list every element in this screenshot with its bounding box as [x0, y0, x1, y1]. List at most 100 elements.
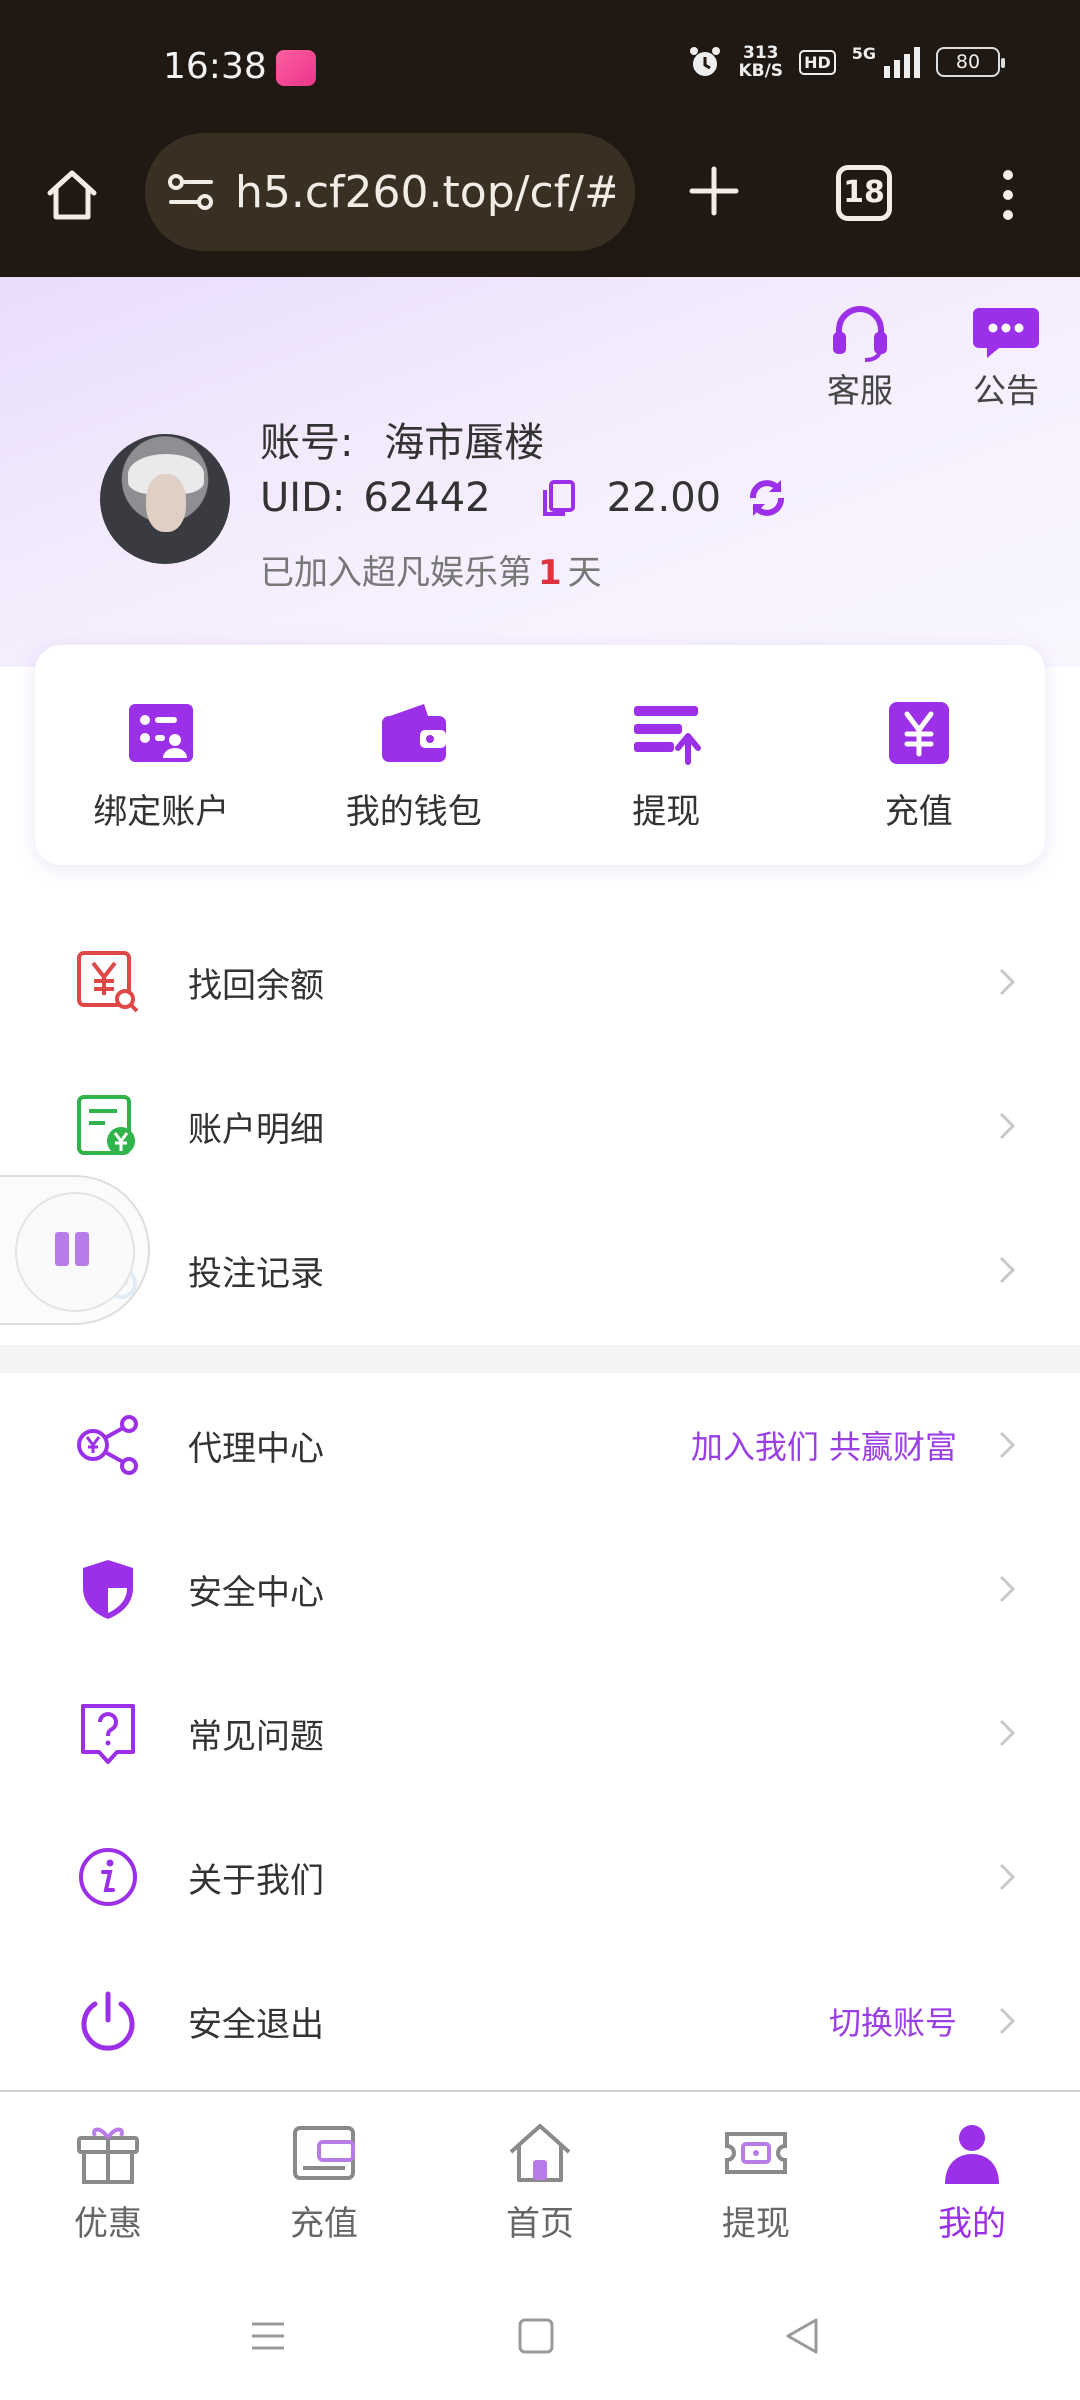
announcement-button[interactable]: 公告 — [962, 302, 1050, 412]
nav-home-label: 首页 — [506, 2204, 574, 2244]
recharge-quick-label: 充值 — [884, 792, 953, 832]
copy-icon[interactable] — [541, 478, 577, 518]
agent-share-icon — [77, 1415, 138, 1475]
menu-about-us[interactable]: 关于我们 — [0, 1805, 1080, 1949]
more-menu-icon[interactable] — [990, 165, 1026, 225]
net-speed: 313 KB/S — [738, 44, 783, 80]
question-icon — [81, 1704, 135, 1764]
bind-account-icon — [129, 704, 194, 762]
menu-group-wallet: 找回余额 账户明细 投注记录 — [0, 910, 1080, 1342]
site-settings-icon[interactable] — [167, 172, 215, 212]
url-text[interactable]: h5.cf260.top/cf/# — [235, 167, 615, 218]
my-wallet-button[interactable]: 我的钱包 — [288, 645, 541, 865]
tab-switcher-button[interactable]: 18 — [836, 165, 892, 221]
signal-icon — [884, 46, 920, 78]
nav-recharge-label: 充值 — [290, 2204, 358, 2244]
switch-account-link[interactable]: 切换账号 — [829, 1998, 957, 2044]
nav-mine-label: 我的 — [938, 2204, 1006, 2244]
nav-home[interactable]: 首页 — [432, 2092, 648, 2290]
menu-account-detail[interactable]: 账户明细 — [0, 1054, 1080, 1198]
chevron-right-icon — [999, 1575, 1016, 1603]
shield-icon — [83, 1560, 133, 1619]
headset-icon — [833, 306, 887, 362]
menu-security-center-label: 安全中心 — [188, 1572, 324, 1613]
customer-service-button[interactable]: 客服 — [816, 302, 904, 412]
refresh-icon[interactable] — [745, 476, 789, 520]
avatar[interactable] — [100, 434, 230, 564]
uid-row: UID: 62442 22.00 — [260, 475, 789, 521]
menu-security-center[interactable]: 安全中心 — [0, 1517, 1080, 1661]
chevron-right-icon — [999, 1256, 1016, 1284]
uid-value: 62442 — [363, 475, 491, 521]
bind-account-button[interactable]: 绑定账户 — [35, 645, 288, 865]
net-speed-unit: KB/S — [738, 61, 784, 81]
alarm-icon — [690, 47, 721, 76]
menu-about-us-label: 关于我们 — [188, 1860, 324, 1901]
joined-days-text: 已加入超凡娱乐第 1 天 — [260, 545, 602, 594]
recent-apps-icon[interactable] — [244, 2312, 292, 2360]
status-bar: 16:38 313 KB/S HD 5G 80 — [0, 0, 1080, 125]
withdraw-icon — [634, 706, 702, 765]
menu-agent-center-label: 代理中心 — [188, 1428, 324, 1469]
status-indicators: 313 KB/S HD 5G 80 — [688, 44, 1005, 80]
chevron-right-icon — [999, 1719, 1016, 1747]
joined-days-count: 1 — [538, 553, 562, 593]
nav-promotions[interactable]: 优惠 — [0, 2092, 216, 2290]
status-time: 16:38 — [163, 46, 267, 87]
agent-promo-text: 加入我们 共赢财富 — [690, 1428, 957, 1466]
nav-recharge[interactable]: 充值 — [216, 2092, 432, 2290]
floating-assistant-button[interactable] — [0, 1175, 150, 1325]
header-actions: 客服 公告 — [816, 302, 1050, 412]
menu-logout[interactable]: 安全退出 切换账号 — [0, 1949, 1080, 2093]
menu-group-general: 代理中心 加入我们 共赢财富 安全中心 常见问题 关于我们 安全退出 切换账号 — [0, 1373, 1080, 2093]
recover-balance-icon — [77, 951, 139, 1013]
balance-value: 22.00 — [606, 475, 722, 521]
nav-withdraw-label: 提现 — [722, 2204, 790, 2244]
wallet-icon — [381, 704, 446, 762]
chevron-right-icon — [999, 1863, 1016, 1891]
chevron-right-icon — [999, 1112, 1016, 1140]
menu-logout-label: 安全退出 — [188, 2004, 324, 2045]
info-icon — [79, 1848, 137, 1906]
hd-badge: HD — [799, 49, 836, 75]
pause-icon — [55, 1232, 89, 1266]
nav-mine[interactable]: 我的 — [864, 2092, 1080, 2290]
home-square-icon[interactable] — [512, 2312, 560, 2360]
menu-faq[interactable]: 常见问题 — [0, 1661, 1080, 1805]
recharge-quick-button[interactable]: 充值 — [793, 645, 1046, 865]
account-label: 账号: — [260, 420, 354, 466]
system-navigation-bar — [0, 2290, 1080, 2400]
browser-home-icon[interactable] — [42, 165, 102, 225]
account-detail-icon — [77, 1095, 135, 1155]
withdraw-quick-label: 提现 — [632, 792, 701, 832]
browser-toolbar: h5.cf260.top/cf/# 18 — [0, 125, 1080, 277]
nav-withdraw[interactable]: 提现 — [648, 2092, 864, 2290]
address-bar[interactable]: h5.cf260.top/cf/# — [145, 133, 635, 251]
battery-icon: 80 — [936, 47, 1005, 77]
announcement-label: 公告 — [973, 371, 1039, 410]
power-icon — [81, 1991, 135, 2051]
chat-bubble-icon — [973, 308, 1039, 358]
withdraw-quick-button[interactable]: 提现 — [540, 645, 793, 865]
section-divider — [0, 1345, 1080, 1373]
card-icon — [293, 2126, 355, 2180]
bilibili-app-icon — [276, 50, 316, 86]
ticket-icon — [725, 2132, 787, 2174]
net-speed-value: 313 — [743, 43, 779, 63]
recharge-icon — [888, 702, 949, 764]
menu-bet-record[interactable]: 投注记录 — [0, 1198, 1080, 1342]
account-name: 海市蜃楼 — [384, 420, 545, 466]
menu-faq-label: 常见问题 — [188, 1716, 324, 1757]
gift-icon — [77, 2127, 139, 2184]
joined-suffix: 天 — [567, 553, 602, 593]
menu-recover-balance[interactable]: 找回余额 — [0, 910, 1080, 1054]
my-wallet-label: 我的钱包 — [345, 792, 482, 832]
nav-promotions-label: 优惠 — [74, 2204, 142, 2244]
chevron-right-icon — [999, 2007, 1016, 2035]
new-tab-icon[interactable] — [686, 163, 742, 219]
menu-recover-balance-label: 找回余额 — [188, 965, 324, 1006]
back-triangle-icon[interactable] — [778, 2312, 826, 2360]
bind-account-label: 绑定账户 — [93, 792, 230, 832]
network-type: 5G — [851, 44, 876, 63]
menu-agent-center[interactable]: 代理中心 加入我们 共赢财富 — [0, 1373, 1080, 1517]
